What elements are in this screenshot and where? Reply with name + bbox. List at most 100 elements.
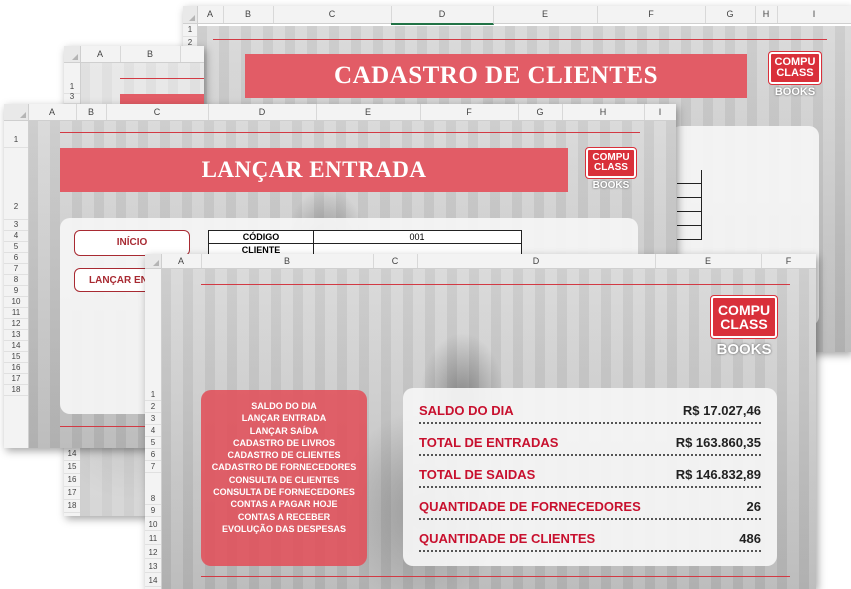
row-header[interactable]: 3 (64, 91, 80, 104)
row-header[interactable]: 1 (145, 389, 161, 401)
row-header[interactable]: 1 (183, 24, 197, 37)
column-header[interactable]: G (518, 104, 563, 120)
compuclass-logo: COMPU CLASS BOOKS (769, 52, 821, 98)
logo-text-class: CLASS (720, 316, 768, 332)
column-header[interactable]: A (80, 46, 121, 62)
column-header[interactable]: F (761, 254, 816, 268)
column-header[interactable]: A (28, 104, 77, 120)
row-header[interactable]: 3 (145, 413, 161, 425)
column-header-bar: A B C D E F (145, 254, 816, 269)
row-header[interactable]: 5 (145, 437, 161, 449)
row-header[interactable]: 9 (145, 505, 161, 517)
column-header[interactable]: F (420, 104, 519, 120)
menu-item-consulta-de-fornecedores[interactable]: CONSULTA DE FORNECEDORES (201, 486, 367, 498)
codigo-value[interactable]: 001 (313, 231, 521, 243)
row-header[interactable]: 2 (4, 147, 28, 220)
stat-row-saidas: TOTAL DE SAIDAS R$ 146.832,89 (419, 460, 761, 488)
page-title: CADASTRO DE CLIENTES (245, 54, 747, 98)
row-header[interactable]: 1 (4, 133, 28, 148)
column-header-bar: A B (64, 46, 204, 63)
select-all-corner[interactable] (145, 254, 162, 269)
column-header[interactable]: H (562, 104, 645, 120)
menu-item-contas-a-pagar-hoje[interactable]: CONTAS A PAGAR HOJE (201, 498, 367, 510)
row-header-bar: 1 2 3 4 5 6 7 8 9 10 11 12 13 14 (145, 269, 162, 589)
codigo-label: CÓDIGO (209, 231, 314, 243)
row-header[interactable]: 10 (145, 519, 161, 531)
column-header[interactable]: D (417, 254, 656, 268)
column-header[interactable]: I (777, 6, 851, 23)
column-header[interactable]: I (644, 104, 676, 120)
column-header-bar: A B C D E F G H I (183, 6, 851, 25)
row-header[interactable]: 8 (145, 493, 161, 505)
menu-item-cadastro-de-livros[interactable]: CADASTRO DE LIVROS (201, 437, 367, 449)
column-header[interactable]: E (493, 6, 598, 23)
column-header[interactable]: C (373, 254, 418, 268)
row-header[interactable]: 4 (145, 425, 161, 437)
select-all-corner[interactable] (4, 104, 29, 121)
row-header[interactable]: 18 (64, 500, 80, 513)
menu-item-saldo-do-dia[interactable]: SALDO DO DIA (201, 400, 367, 412)
stat-label: QUANTIDADE DE FORNECEDORES (419, 499, 641, 514)
row-header[interactable]: 13 (145, 561, 161, 573)
stat-row-fornecedores: QUANTIDADE DE FORNECEDORES 26 (419, 492, 761, 520)
column-header[interactable]: A (161, 254, 202, 268)
top-red-line (120, 78, 204, 79)
row-header[interactable]: 16 (64, 474, 80, 487)
sheet-dashboard: A B C D E F 1 2 3 4 5 6 7 8 9 10 11 12 1… (145, 254, 816, 589)
summary-panel: SALDO DO DIA R$ 17.027,46 TOTAL DE ENTRA… (403, 388, 777, 566)
column-header[interactable]: F (597, 6, 706, 23)
column-header[interactable]: B (76, 104, 107, 120)
menu-item-cadastro-de-fornecedores[interactable]: CADASTRO DE FORNECEDORES (201, 461, 367, 473)
column-header[interactable]: E (655, 254, 762, 268)
column-header[interactable]: D (208, 104, 317, 120)
row-header[interactable]: 17 (64, 487, 80, 500)
row-header[interactable]: 15 (64, 461, 80, 474)
row-header[interactable]: 7 (145, 461, 161, 473)
row-header[interactable]: 18 (4, 384, 28, 396)
logo-badge: COMPU CLASS (711, 296, 777, 338)
row-header[interactable]: 2 (145, 401, 161, 413)
row-header[interactable]: 12 (145, 547, 161, 559)
inicio-button[interactable]: INÍCIO (74, 230, 190, 256)
column-header[interactable]: E (316, 104, 421, 120)
select-all-corner[interactable] (64, 46, 81, 63)
table-border-lines (677, 170, 702, 240)
stat-row-clientes: QUANTIDADE DE CLIENTES 486 (419, 524, 761, 552)
select-all-corner[interactable] (183, 6, 198, 24)
column-header[interactable]: B (120, 46, 181, 62)
row-header[interactable]: 6 (145, 449, 161, 461)
top-red-line (60, 132, 640, 133)
menu-item-lancar-saida[interactable]: LANÇAR SAÍDA (201, 425, 367, 437)
compuclass-logo: COMPU CLASS BOOKS (711, 296, 777, 358)
menu-item-evolucao-das-despesas[interactable]: EVOLUÇÃO DAS DESPESAS (201, 523, 367, 535)
column-header[interactable]: H (755, 6, 778, 23)
stat-value: R$ 17.027,46 (682, 403, 761, 418)
column-header[interactable]: G (705, 6, 756, 23)
column-header[interactable]: B (223, 6, 274, 23)
logo-text-books: BOOKS (592, 180, 630, 191)
column-header[interactable]: C (106, 104, 209, 120)
stat-row-entradas: TOTAL DE ENTRADAS R$ 163.860,35 (419, 428, 761, 456)
row-header[interactable]: 14 (64, 448, 80, 461)
menu-item-cadastro-de-clientes[interactable]: CADASTRO DE CLIENTES (201, 449, 367, 461)
column-header[interactable]: B (201, 254, 374, 268)
menu-item-contas-a-receber[interactable]: CONTAS A RECEBER (201, 511, 367, 523)
menu-item-consulta-de-clientes[interactable]: CONSULTA DE CLIENTES (201, 474, 367, 486)
title-fragment (120, 94, 204, 104)
logo-text-class: CLASS (594, 162, 628, 173)
column-header[interactable]: C (273, 6, 392, 23)
row-header[interactable]: 14 (145, 575, 161, 587)
column-header[interactable]: D (391, 6, 494, 25)
entry-form: CÓDIGO 001 CLIENTE (208, 230, 522, 257)
logo-badge: COMPU CLASS (586, 148, 636, 178)
logo-badge: COMPU CLASS (769, 52, 821, 84)
page-title: LANÇAR ENTRADA (60, 148, 568, 192)
menu-item-lancar-entrada[interactable]: LANÇAR ENTRADA (201, 412, 367, 424)
row-header[interactable]: 11 (145, 533, 161, 545)
column-header[interactable]: A (197, 6, 224, 23)
stat-label: SALDO DO DIA (419, 403, 514, 418)
stat-row-saldo: SALDO DO DIA R$ 17.027,46 (419, 396, 761, 424)
stat-label: QUANTIDADE DE CLIENTES (419, 531, 596, 546)
logo-text-compu: COMPU (717, 302, 771, 318)
logo-text-books: BOOKS (716, 341, 772, 358)
